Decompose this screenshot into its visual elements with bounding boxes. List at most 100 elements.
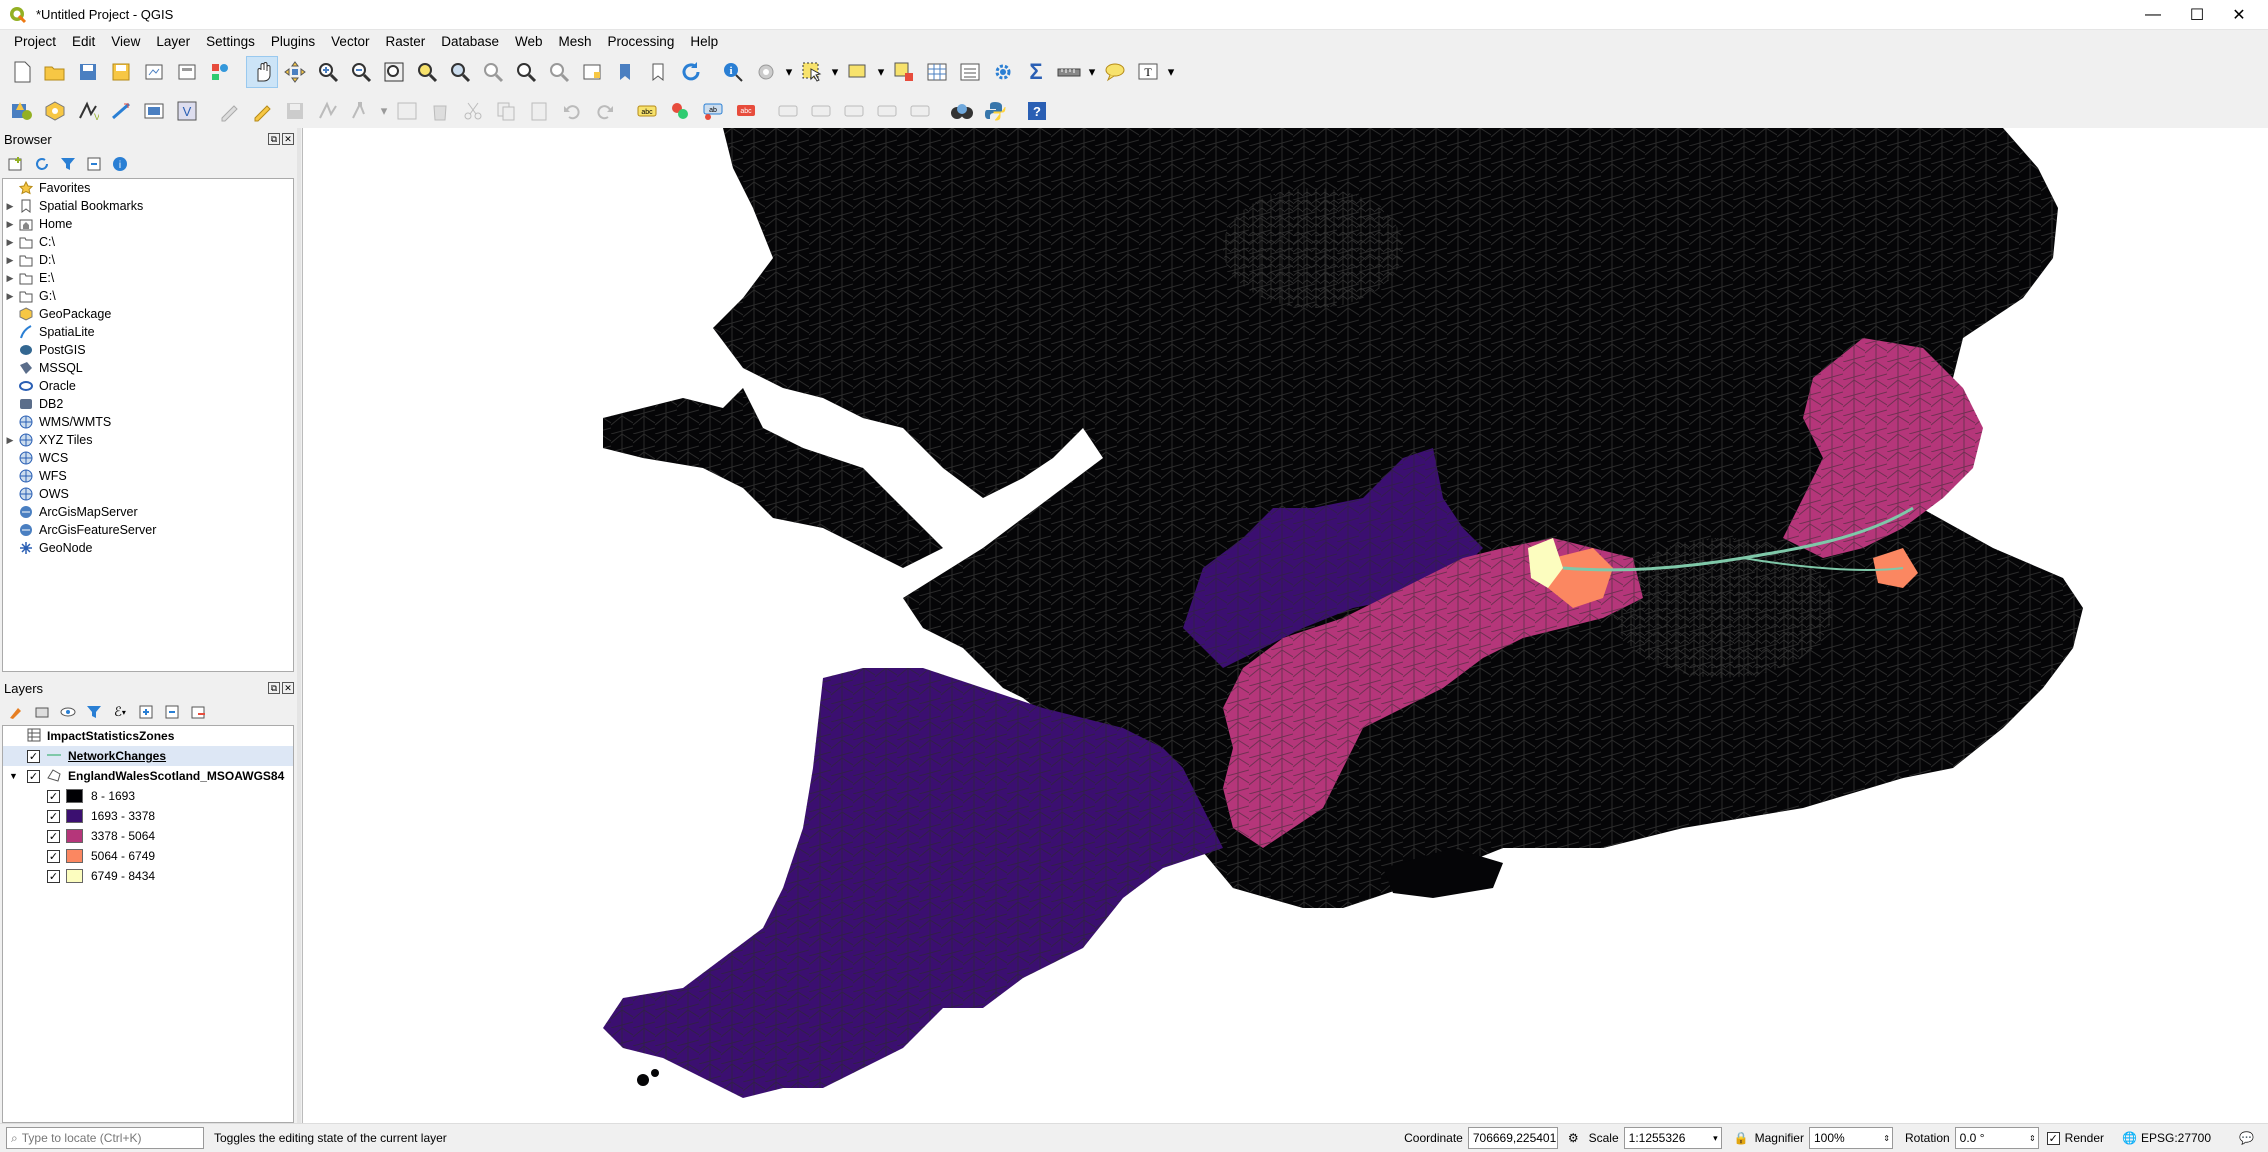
refresh-icon[interactable]	[675, 56, 707, 88]
float-panel-icon[interactable]: ⧉	[268, 682, 280, 694]
extents-toggle-icon[interactable]: ⚙	[1568, 1131, 1579, 1145]
zoom-in-icon[interactable]	[312, 56, 344, 88]
zoom-next-icon[interactable]	[543, 56, 575, 88]
label-pin-icon[interactable]: ab	[697, 95, 729, 127]
menu-layer[interactable]: Layer	[148, 34, 198, 49]
cut-features-icon[interactable]	[457, 95, 489, 127]
style-manager-icon[interactable]	[204, 56, 236, 88]
collapse-all-icon[interactable]	[160, 700, 184, 724]
browser-item-wms-wmts[interactable]: WMS/WMTS	[3, 413, 293, 431]
label-highlight-icon[interactable]: abc	[730, 95, 762, 127]
python-console-icon[interactable]	[979, 95, 1011, 127]
pan-map-icon[interactable]	[246, 56, 278, 88]
identify-icon[interactable]: i	[717, 56, 749, 88]
filter-legend-icon[interactable]	[82, 700, 106, 724]
new-print-layout-icon[interactable]	[138, 56, 170, 88]
pan-to-selection-icon[interactable]	[279, 56, 311, 88]
zoom-layer-icon[interactable]	[444, 56, 476, 88]
browser-item-db2[interactable]: DB2	[3, 395, 293, 413]
lock-scale-icon[interactable]: 🔒	[1734, 1131, 1749, 1145]
select-features-icon[interactable]	[796, 56, 828, 88]
new-shapefile-icon[interactable]: V	[72, 95, 104, 127]
expand-arrow-icon[interactable]: ▶	[3, 237, 17, 248]
menu-database[interactable]: Database	[433, 34, 507, 49]
browser-item-mssql[interactable]: MSSQL	[3, 359, 293, 377]
browser-item-d[interactable]: ▶ D:\	[3, 251, 293, 269]
chevron-down-icon[interactable]: ▼	[9, 771, 27, 781]
diagram-options-icon[interactable]	[664, 95, 696, 127]
expand-all-icon[interactable]	[134, 700, 158, 724]
dock-splitter[interactable]	[297, 128, 301, 1123]
close-panel-icon[interactable]: ✕	[282, 682, 294, 694]
scale-combo[interactable]: 1:1255326 ▾	[1623, 1127, 1722, 1149]
chevron-down-icon[interactable]: ▾	[1086, 56, 1098, 88]
legend-item[interactable]: ✓ 3378 - 5064	[3, 826, 293, 846]
vector-layer-icon[interactable]: V	[171, 95, 203, 127]
add-feature-icon[interactable]	[312, 95, 344, 127]
zoom-last-icon[interactable]	[510, 56, 542, 88]
select-by-value-icon[interactable]	[842, 56, 874, 88]
browser-item-wfs[interactable]: WFS	[3, 467, 293, 485]
browser-item-oracle[interactable]: Oracle	[3, 377, 293, 395]
layout-manager-icon[interactable]	[171, 56, 203, 88]
browser-item-favorites[interactable]: Favorites	[3, 179, 293, 197]
modify-attributes-icon[interactable]	[391, 95, 423, 127]
new-geopackage-layer-icon[interactable]	[39, 95, 71, 127]
virtual-layer-icon[interactable]	[138, 95, 170, 127]
zoom-selection-icon[interactable]	[411, 56, 443, 88]
browser-item-c[interactable]: ▶ C:\	[3, 233, 293, 251]
menu-vector[interactable]: Vector	[323, 34, 377, 49]
new-map-view-icon[interactable]	[576, 56, 608, 88]
digitize-line-icon[interactable]	[105, 95, 137, 127]
chevron-down-icon[interactable]: ▾	[875, 56, 887, 88]
menu-mesh[interactable]: Mesh	[551, 34, 600, 49]
browser-item-wcs[interactable]: WCS	[3, 449, 293, 467]
browser-item-geopackage[interactable]: GeoPackage	[3, 305, 293, 323]
rotation-spinbox[interactable]: 0.0 ° ⇕	[1954, 1127, 2039, 1149]
legend-item-checkbox[interactable]: ✓	[47, 829, 60, 843]
browser-item-e[interactable]: ▶ E:\	[3, 269, 293, 287]
menu-project[interactable]: Project	[6, 34, 64, 49]
messages-icon[interactable]: 💬	[2239, 1131, 2254, 1145]
new-bookmark-icon[interactable]	[609, 56, 641, 88]
label-rotate-icon[interactable]	[805, 95, 837, 127]
expand-arrow-icon[interactable]: ▶	[3, 291, 17, 302]
label-toolbar-icon[interactable]: abc	[631, 95, 663, 127]
expand-arrow-icon[interactable]: ▶	[3, 201, 17, 212]
toolbox-gear-icon[interactable]	[987, 56, 1019, 88]
osm-plugin-icon[interactable]	[946, 95, 978, 127]
menu-processing[interactable]: Processing	[600, 34, 683, 49]
new-project-icon[interactable]	[6, 56, 38, 88]
expand-arrow-icon[interactable]: ▶	[3, 273, 17, 284]
float-panel-icon[interactable]: ⧉	[268, 133, 280, 145]
menu-edit[interactable]: Edit	[64, 34, 103, 49]
layer-row-network-changes[interactable]: ✓ NetworkChanges	[3, 746, 293, 766]
actions-icon[interactable]	[750, 56, 782, 88]
browser-item-spatialite[interactable]: SpatiaLite	[3, 323, 293, 341]
map-tips-icon[interactable]	[1099, 56, 1131, 88]
browser-item-g[interactable]: ▶ G:\	[3, 287, 293, 305]
save-edits-icon[interactable]	[279, 95, 311, 127]
zoom-out-icon[interactable]	[345, 56, 377, 88]
zoom-full-icon[interactable]	[378, 56, 410, 88]
redo-icon[interactable]	[589, 95, 621, 127]
legend-item-checkbox[interactable]: ✓	[47, 809, 60, 823]
chevron-down-icon[interactable]: ▾	[378, 95, 390, 127]
browser-item-xyz-tiles[interactable]: ▶ XYZ Tiles	[3, 431, 293, 449]
manage-themes-icon[interactable]	[56, 700, 80, 724]
show-bookmarks-icon[interactable]	[642, 56, 674, 88]
filter-expression-icon[interactable]: ℰ ▾	[108, 700, 132, 724]
filter-icon[interactable]	[56, 152, 80, 176]
close-button[interactable]: ✕	[2210, 0, 2268, 30]
undo-icon[interactable]	[556, 95, 588, 127]
menu-view[interactable]: View	[103, 34, 148, 49]
statistical-summary-icon[interactable]: Σ	[1020, 56, 1052, 88]
data-source-manager-icon[interactable]	[6, 95, 38, 127]
label-show-hide-icon[interactable]	[871, 95, 903, 127]
magnifier-spinbox[interactable]: 100% ⇕	[1808, 1127, 1893, 1149]
current-edits-icon[interactable]	[213, 95, 245, 127]
toggle-editing-icon[interactable]	[246, 95, 278, 127]
delete-selected-icon[interactable]	[424, 95, 456, 127]
save-as-icon[interactable]	[105, 56, 137, 88]
browser-item-spatial-bookmarks[interactable]: ▶ Spatial Bookmarks	[3, 197, 293, 215]
